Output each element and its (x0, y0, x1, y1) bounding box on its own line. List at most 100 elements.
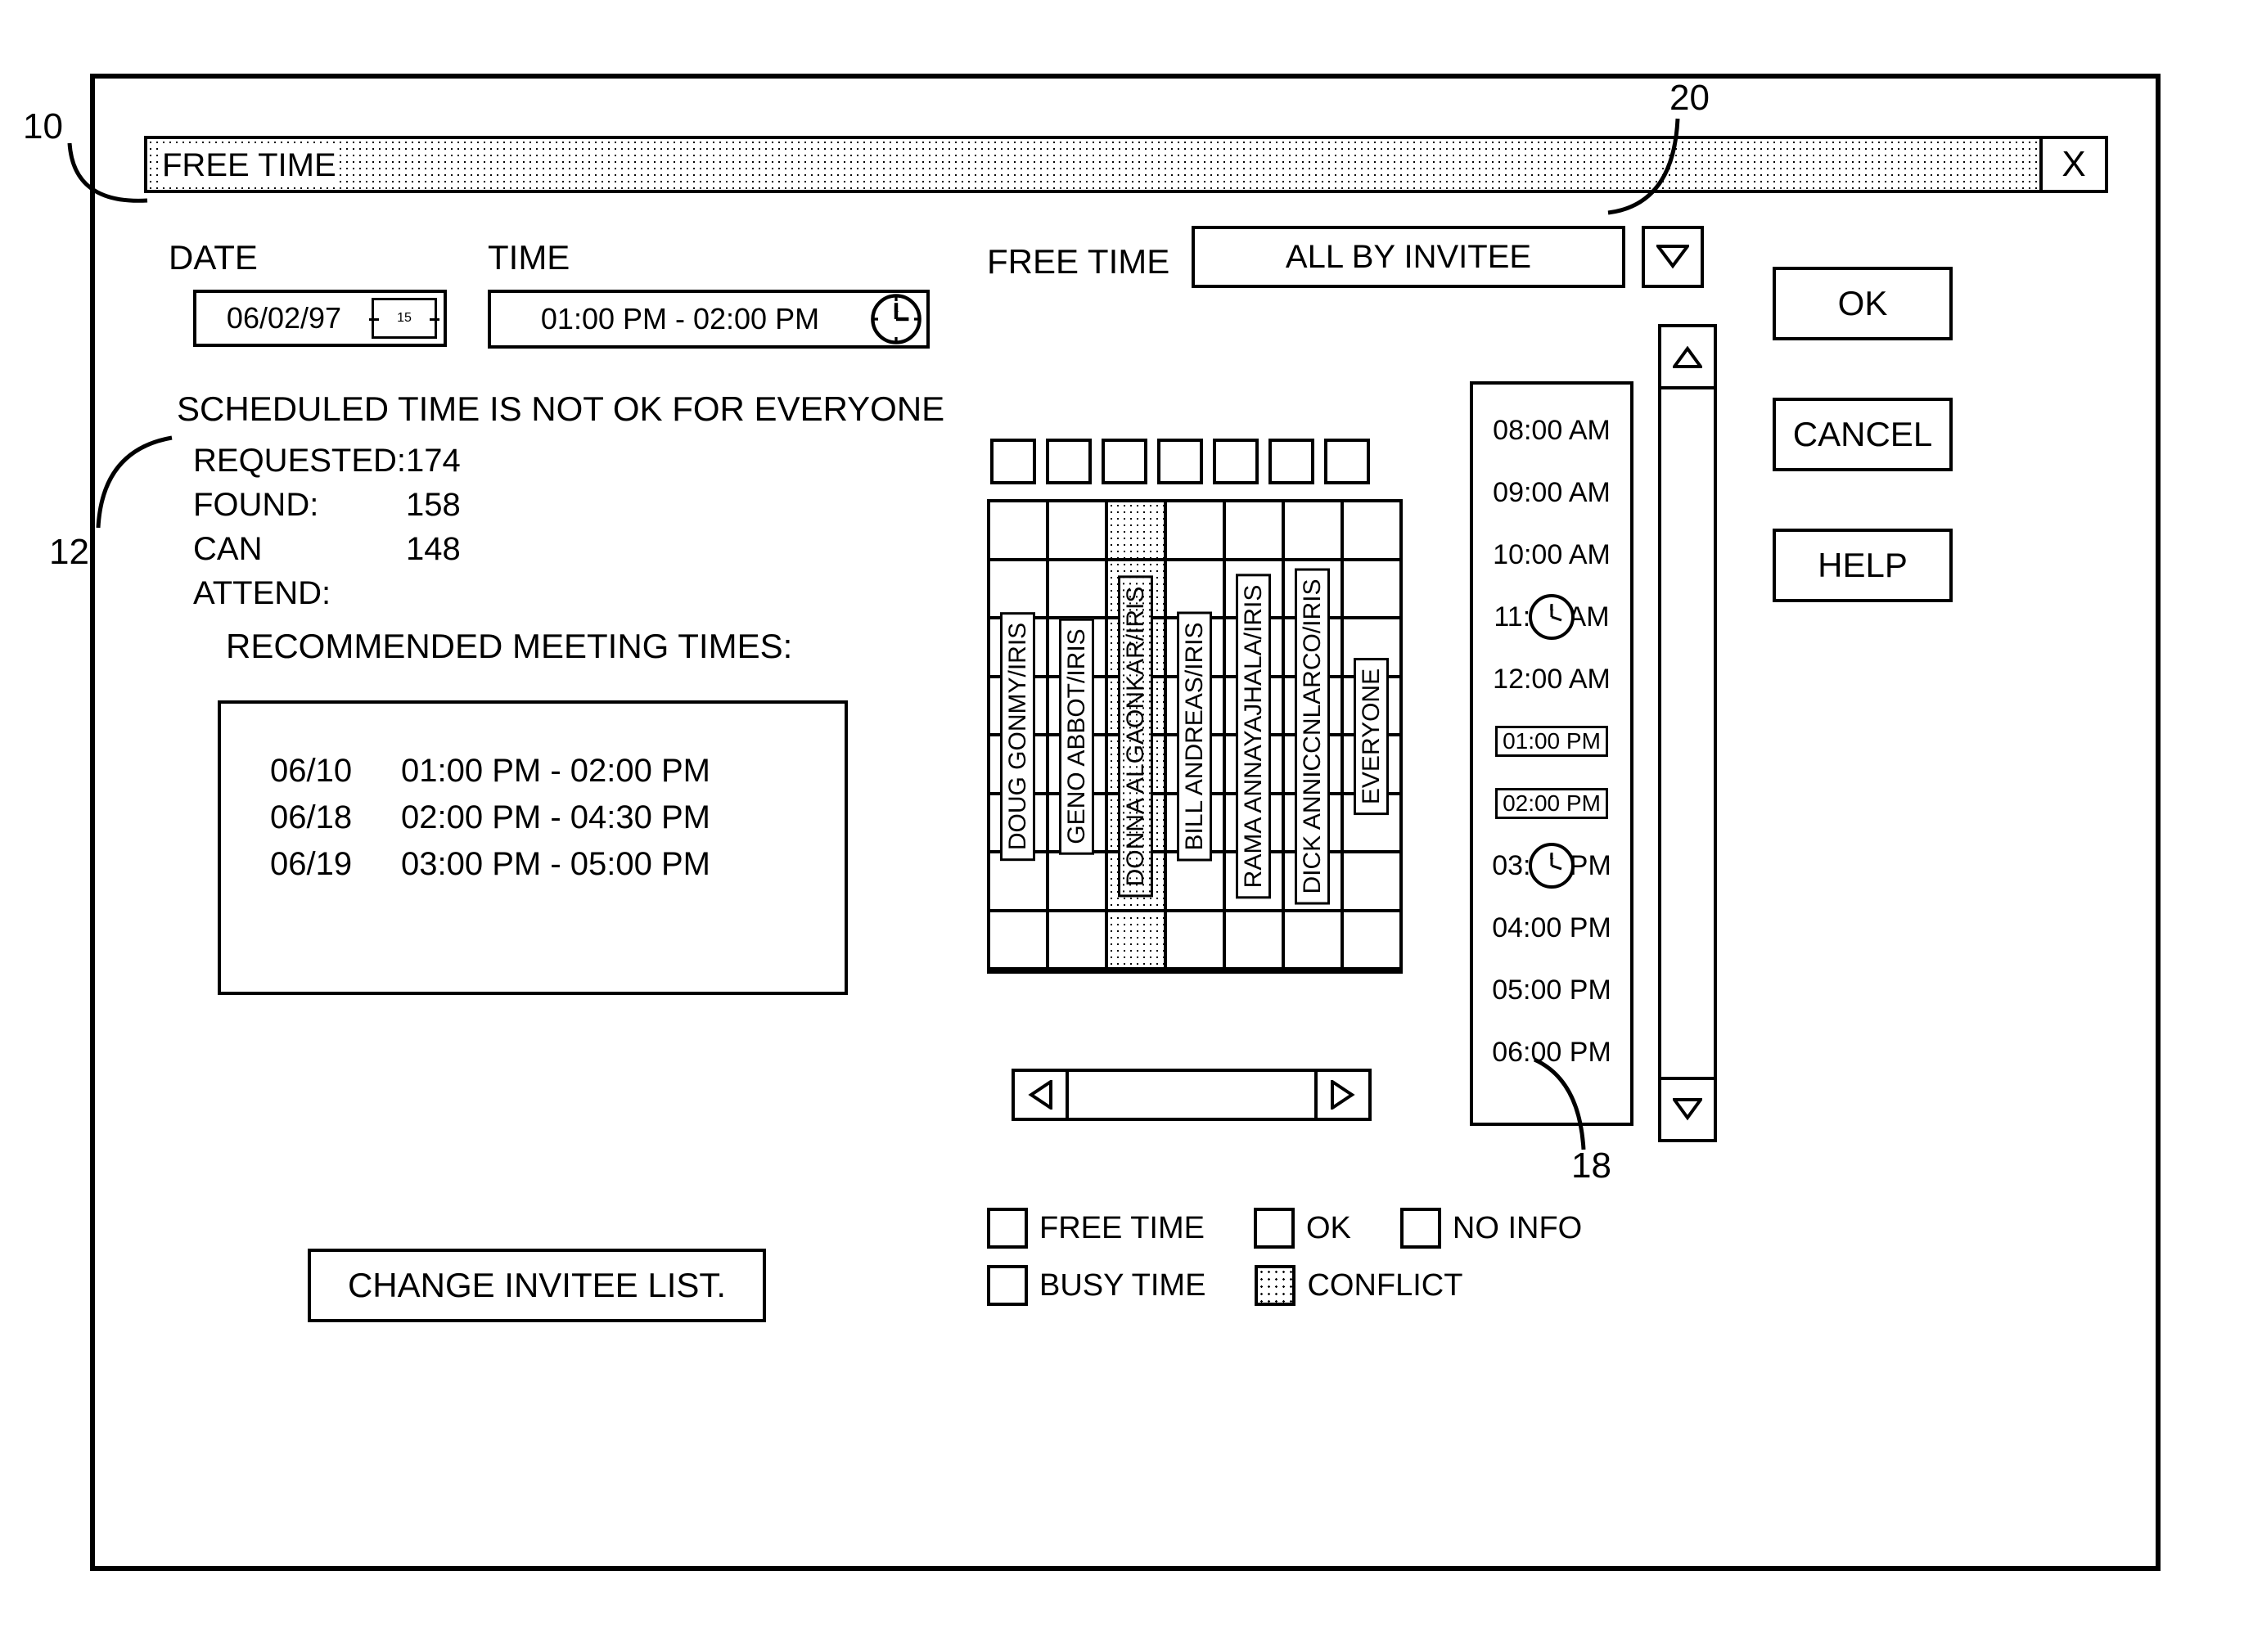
grid-cell[interactable] (1226, 502, 1282, 561)
time-label: TIME (488, 238, 570, 277)
grid-cell[interactable] (1167, 561, 1223, 620)
grid-cell[interactable] (1049, 502, 1105, 561)
close-button[interactable]: X (2039, 139, 2105, 190)
invitee-column[interactable]: DOUG GONMY/IRIS (990, 502, 1049, 970)
time-slot[interactable]: 05:00 PM (1480, 959, 1624, 1021)
grid-cell[interactable] (1344, 502, 1399, 561)
invitee-column[interactable]: EVERYONE (1344, 502, 1399, 970)
invitee-checkbox[interactable] (1324, 439, 1370, 484)
scroll-left-button[interactable] (1012, 1069, 1069, 1121)
time-slot[interactable]: 04:00 PM (1480, 897, 1624, 959)
legend-ok: OK (1254, 1208, 1351, 1249)
list-item[interactable]: 06/1903:00 PM - 05:00 PM (270, 846, 820, 883)
can-attend-value: 148 (406, 527, 488, 615)
window-frame: FREE TIME X DATE TIME 06/02/97 15 01:00 … (90, 74, 2161, 1571)
hscroll-track[interactable] (1069, 1069, 1314, 1121)
callout-10: 10 (23, 106, 63, 147)
grid-cell[interactable] (1108, 912, 1164, 971)
help-button[interactable]: HELP (1773, 529, 1953, 602)
availability-grid[interactable]: DOUG GONMY/IRIS GENO ABBOT/IRIS DONNA ALGA… (987, 499, 1403, 974)
time-value: 01:00 PM - 02:00 PM (491, 302, 869, 336)
invitee-column[interactable]: RAMA ANNAYAJHALA/IRIS (1226, 502, 1285, 970)
invitee-checkbox[interactable] (1268, 439, 1314, 484)
grid-hscroll[interactable] (1012, 1069, 1372, 1121)
grid-cell[interactable] (990, 853, 1046, 912)
invitee-checkbox[interactable] (1046, 439, 1092, 484)
invitee-name: DOUG GONMY/IRIS (1004, 612, 1032, 861)
invitee-column[interactable]: DICK ANNICCNLARCO/IRIS (1285, 502, 1344, 970)
list-item[interactable]: 06/1001:00 PM - 02:00 PM (270, 753, 820, 790)
recommended-list[interactable]: 06/1001:00 PM - 02:00 PM 06/1802:00 PM -… (218, 700, 848, 995)
availability-grid-wrap: DOUG GONMY/IRIS GENO ABBOT/IRIS DONNA ALGA… (987, 439, 1413, 974)
grid-cell[interactable] (990, 502, 1046, 561)
time-slot[interactable]: 09:00 AM (1480, 461, 1624, 524)
grid-cell[interactable] (990, 912, 1046, 971)
invitee-column[interactable]: DONNA ALGAONKAR/IRIS (1108, 502, 1167, 970)
clock-icon: L (1527, 592, 1576, 641)
ok-button[interactable]: OK (1773, 267, 1953, 340)
date-field[interactable]: 06/02/97 15 (193, 290, 447, 347)
svg-text:L: L (1549, 604, 1553, 612)
time-field[interactable]: 01:00 PM - 02:00 PM L (488, 290, 930, 349)
grid-cell[interactable] (1344, 561, 1399, 620)
dropdown-arrow-button[interactable] (1642, 226, 1704, 288)
grid-cell[interactable] (1167, 853, 1223, 912)
grid-cell[interactable] (1285, 912, 1341, 971)
grid-cell[interactable] (1344, 912, 1399, 971)
time-slot[interactable]: 01:00 PM (1480, 710, 1624, 772)
invitee-name: DONNA ALGAONKAR/IRIS (1122, 576, 1150, 898)
time-slot[interactable]: 06:00 PM (1480, 1021, 1624, 1083)
invitee-checkbox[interactable] (1213, 439, 1259, 484)
scroll-down-button[interactable] (1658, 1077, 1717, 1142)
view-mode-dropdown[interactable]: ALL BY INVITEE (1192, 226, 1625, 288)
legend-conflict: CONFLICT (1255, 1265, 1462, 1306)
invitee-column[interactable]: BILL ANDREAS/IRIS (1167, 502, 1226, 970)
change-invitee-button[interactable]: CHANGE INVITEE LIST. (308, 1249, 766, 1322)
clock-icon[interactable]: L (869, 292, 923, 346)
chevron-down-icon (1673, 1098, 1702, 1121)
grid-cell[interactable] (1167, 502, 1223, 561)
found-label: FOUND: (193, 483, 406, 527)
chevron-right-icon (1331, 1080, 1355, 1110)
time-slot[interactable]: 12:00 AM (1480, 648, 1624, 710)
time-slot[interactable]: 03:00 PML (1480, 835, 1624, 897)
invitee-column[interactable]: GENO ABBOT/IRIS (1049, 502, 1108, 970)
vscroll-track[interactable] (1658, 389, 1717, 1077)
grid-cell[interactable] (1167, 912, 1223, 971)
grid-cell[interactable] (1049, 912, 1105, 971)
scroll-up-button[interactable] (1658, 324, 1717, 389)
invitee-name: DICK ANNICCNLARCO/IRIS (1299, 568, 1327, 904)
grid-cell[interactable] (1049, 853, 1105, 912)
chevron-left-icon (1028, 1080, 1052, 1110)
scroll-right-button[interactable] (1314, 1069, 1372, 1121)
grid-cell[interactable] (1344, 853, 1399, 912)
legend-no-info: NO INFO (1400, 1208, 1582, 1249)
status-message: SCHEDULED TIME IS NOT OK FOR EVERYONE (177, 389, 944, 429)
time-slot[interactable]: 02:00 PM (1480, 772, 1624, 835)
time-slot[interactable]: 08:00 AM (1480, 399, 1624, 461)
grid-cell[interactable] (1226, 912, 1282, 971)
date-label: DATE (169, 238, 258, 277)
invitee-name: EVERYONE (1358, 658, 1386, 815)
legend: FREE TIME OK NO INFO BUSY TIME CONFLICT (987, 1208, 1582, 1322)
title-bar: FREE TIME X (144, 136, 2108, 193)
grid-cell[interactable] (1049, 561, 1105, 620)
svg-text:L: L (1549, 853, 1553, 861)
invitee-checkbox[interactable] (1102, 439, 1147, 484)
grid-cell[interactable] (990, 561, 1046, 620)
time-slot[interactable]: 10:00 AM (1480, 524, 1624, 586)
grid-vscroll[interactable] (1658, 324, 1717, 1142)
date-value: 06/02/97 (196, 301, 372, 335)
grid-cell[interactable] (1108, 502, 1164, 561)
cancel-button[interactable]: CANCEL (1773, 398, 1953, 471)
found-value: 158 (406, 483, 488, 527)
grid-cell[interactable] (1285, 502, 1341, 561)
invitee-checkbox[interactable] (1157, 439, 1203, 484)
invitee-checkbox[interactable] (990, 439, 1036, 484)
list-item[interactable]: 06/1802:00 PM - 04:30 PM (270, 799, 820, 836)
calendar-icon[interactable]: 15 (372, 298, 437, 339)
window-title: FREE TIME (147, 139, 2039, 190)
legend-free-time: FREE TIME (987, 1208, 1205, 1249)
time-slot[interactable]: 11:00 AML (1480, 586, 1624, 648)
invitee-name: RAMA ANNAYAJHALA/IRIS (1240, 574, 1268, 899)
